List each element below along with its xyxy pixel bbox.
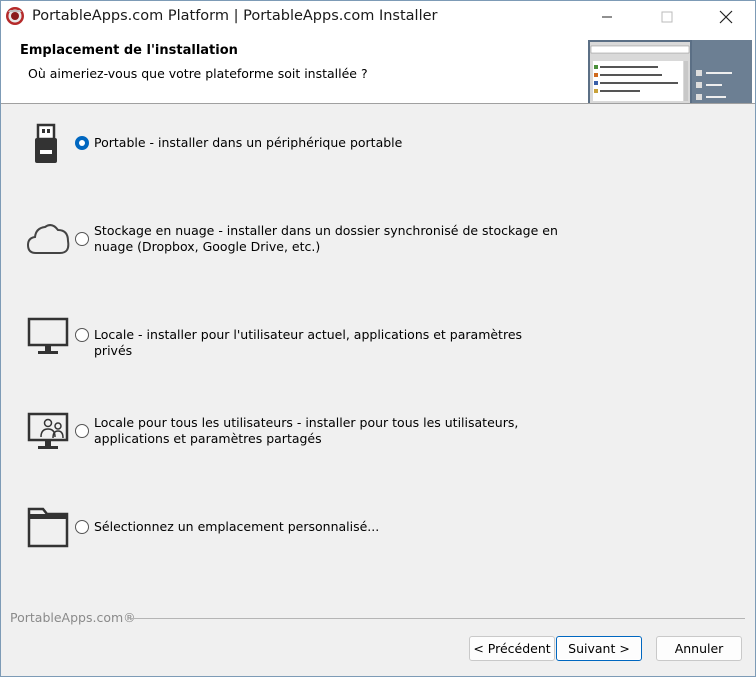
radio-portable[interactable] [75,136,89,150]
option-cloud[interactable]: Stockage en nuage - installer dans un do… [1,217,755,263]
title-bar[interactable]: PortableApps.com Platform | PortableApps… [1,1,755,33]
cancel-button[interactable]: Annuler [656,636,742,661]
folder-icon [26,506,72,554]
option-custom-label: Sélectionnez un emplacement personnalisé… [94,519,380,534]
page-subtitle: Où aimeriez-vous que votre plateforme so… [28,66,368,81]
monitor-users-icon [26,411,72,457]
option-local-all-users-label: Locale pour tous les utilisateurs - inst… [94,415,519,446]
option-local[interactable]: Locale - installer pour l'utilisateur ac… [1,313,755,359]
minimize-button[interactable] [577,1,637,33]
option-custom[interactable]: Sélectionnez un emplacement personnalisé… [1,505,755,551]
maximize-button[interactable] [637,1,697,33]
radio-local[interactable] [75,328,89,342]
close-button[interactable] [696,1,755,33]
next-button[interactable]: Suivant > [556,636,642,661]
footer-divider [131,618,745,619]
monitor-icon [26,316,72,360]
option-portable[interactable]: Portable - installer dans un périphériqu… [1,121,755,167]
option-cloud-label: Stockage en nuage - installer dans un do… [94,223,558,254]
usb-drive-icon [26,123,72,169]
page-title: Emplacement de l'installation [20,43,238,58]
brand-label: PortableApps.com® [10,610,136,625]
radio-custom[interactable] [75,520,89,534]
platform-preview-image [588,40,752,103]
radio-cloud[interactable] [75,232,89,246]
option-local-all-users[interactable]: Locale pour tous les utilisateurs - inst… [1,409,755,455]
portableapps-logo-icon [5,6,25,26]
option-local-label: Locale - installer pour l'utilisateur ac… [94,327,523,358]
installer-window: PortableApps.com Platform | PortableApps… [0,0,756,677]
radio-local-all-users[interactable] [75,424,89,438]
option-portable-label: Portable - installer dans un périphériqu… [94,135,403,150]
window-title: PortableApps.com Platform | PortableApps… [32,8,438,24]
wizard-header: Emplacement de l'installation Où aimerie… [1,33,755,104]
back-button[interactable]: < Précédent [469,636,555,661]
cloud-icon [26,221,72,261]
